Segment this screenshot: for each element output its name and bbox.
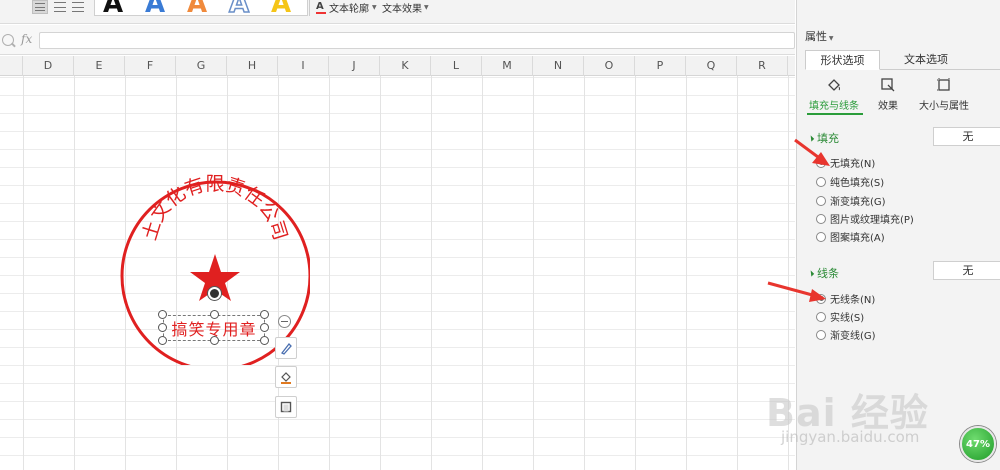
shape-outline-button[interactable] — [275, 396, 297, 418]
effect-icon — [881, 78, 895, 92]
resize-handle[interactable] — [260, 323, 269, 332]
line-section-header[interactable]: 线条 — [807, 265, 839, 281]
radio-no-line[interactable]: 无线条(N) — [816, 291, 875, 306]
chevron-down-icon: ▼ — [424, 3, 429, 11]
zoom-icon[interactable] — [2, 34, 14, 46]
ribbon-toolbar: A A A A A A 文本轮廓 ▼ 文本效果 ▼ — [0, 0, 795, 24]
ribbon-separator — [309, 0, 310, 16]
resize-handle[interactable] — [260, 336, 269, 345]
resize-handle[interactable] — [210, 310, 219, 319]
resize-handle[interactable] — [210, 336, 219, 345]
radio-button[interactable] — [816, 293, 826, 304]
radio-picture-fill[interactable]: 图片或纹理填充(P) — [816, 211, 914, 226]
column-header[interactable]: Q — [686, 56, 737, 76]
column-header[interactable]: N — [533, 56, 584, 76]
text-outline-icon: A — [316, 1, 326, 14]
formula-input[interactable] — [39, 32, 795, 49]
radio-pattern-fill[interactable]: 图案填充(A) — [816, 229, 885, 244]
subtab-label: 大小与属性 — [919, 101, 969, 112]
radio-button[interactable] — [816, 176, 826, 187]
column-header[interactable]: J — [329, 56, 380, 76]
tab-text-options[interactable]: 文本选项 — [891, 50, 961, 70]
seal-arc-text: 土文化有限责任公司 — [139, 173, 292, 243]
art-style-orange[interactable]: A — [187, 0, 207, 15]
shape-style-button[interactable] — [275, 337, 297, 359]
rotate-handle[interactable] — [208, 287, 221, 300]
align-right-button[interactable] — [70, 0, 86, 14]
radio-no-fill[interactable]: 无填充(N) — [816, 155, 875, 170]
column-header[interactable]: P — [635, 56, 686, 76]
art-style-black[interactable]: A — [103, 0, 123, 15]
brush-icon — [281, 343, 292, 355]
column-header[interactable]: F — [125, 56, 176, 76]
resize-handle[interactable] — [260, 310, 269, 319]
fx-icon[interactable]: fx — [21, 32, 32, 46]
art-style-gold[interactable]: A — [271, 0, 291, 15]
word-art-style-gallery[interactable]: A A A A A — [94, 0, 308, 16]
panel-title[interactable]: 属性 ▼ — [805, 28, 834, 44]
text-outline-label: 文本轮廓 — [329, 3, 369, 15]
radio-button[interactable] — [816, 311, 826, 322]
chevron-down-icon: ▼ — [372, 3, 377, 11]
column-header[interactable]: E — [74, 56, 125, 76]
subtab-size-and-properties[interactable]: 大小与属性 — [911, 76, 977, 112]
column-header[interactable]: E — [0, 56, 23, 76]
radio-button[interactable] — [816, 231, 826, 242]
active-subtab-indicator — [807, 113, 863, 115]
size-icon — [937, 78, 950, 91]
radio-button[interactable] — [816, 329, 826, 340]
text-outline-button[interactable]: A 文本轮廓 ▼ — [316, 0, 377, 15]
column-header[interactable]: D — [23, 56, 74, 76]
fill-value-box[interactable]: 无 — [933, 127, 1000, 146]
radio-button[interactable] — [816, 157, 826, 168]
tab-shape-options[interactable]: 形状选项 — [805, 50, 880, 70]
watermark-url: jingyan.baidu.com — [781, 428, 920, 446]
column-header[interactable]: G — [176, 56, 227, 76]
progress-orb[interactable]: 47% — [960, 426, 996, 462]
resize-handle[interactable] — [158, 323, 167, 332]
fill-bucket-icon — [281, 372, 291, 384]
align-left-button[interactable] — [32, 0, 48, 14]
collapse-toolbar-button[interactable] — [278, 315, 291, 328]
column-header[interactable]: H — [227, 56, 278, 76]
collapse-triangle-icon — [807, 269, 815, 277]
panel-tab-strip: 形状选项 文本选项 — [805, 50, 1000, 70]
column-header[interactable]: L — [431, 56, 482, 76]
fill-bucket-icon — [828, 79, 840, 91]
line-value-box[interactable]: 无 — [933, 261, 1000, 280]
art-style-blue[interactable]: A — [145, 0, 165, 15]
radio-button[interactable] — [816, 195, 826, 206]
text-effect-button[interactable]: 文本效果 ▼ — [382, 0, 429, 15]
fill-section-header[interactable]: 填充 — [807, 130, 839, 146]
radio-button[interactable] — [816, 213, 826, 224]
shape-fill-button[interactable] — [275, 366, 297, 388]
resize-handle[interactable] — [158, 336, 167, 345]
radio-gradient-line[interactable]: 渐变线(G) — [816, 327, 876, 342]
column-headers: E D E F G H I J K L M N O P Q R — [0, 56, 795, 76]
column-header[interactable]: R — [737, 56, 788, 76]
resize-handle[interactable] — [158, 310, 167, 319]
align-center-button[interactable] — [52, 0, 68, 14]
column-header[interactable]: O — [584, 56, 635, 76]
text-effect-label: 文本效果 — [382, 3, 422, 15]
art-style-outline[interactable]: A — [228, 0, 250, 15]
collapse-triangle-icon — [807, 134, 815, 142]
column-header[interactable]: I — [278, 56, 329, 76]
column-header[interactable]: K — [380, 56, 431, 76]
column-header[interactable]: M — [482, 56, 533, 76]
radio-gradient-fill[interactable]: 渐变填充(G) — [816, 193, 886, 208]
formula-bar: fx — [0, 25, 795, 55]
chevron-down-icon: ▼ — [827, 35, 834, 42]
radio-solid-fill[interactable]: 纯色填充(S) — [816, 174, 884, 189]
outline-icon — [280, 401, 292, 413]
radio-solid-line[interactable]: 实线(S) — [816, 309, 864, 324]
